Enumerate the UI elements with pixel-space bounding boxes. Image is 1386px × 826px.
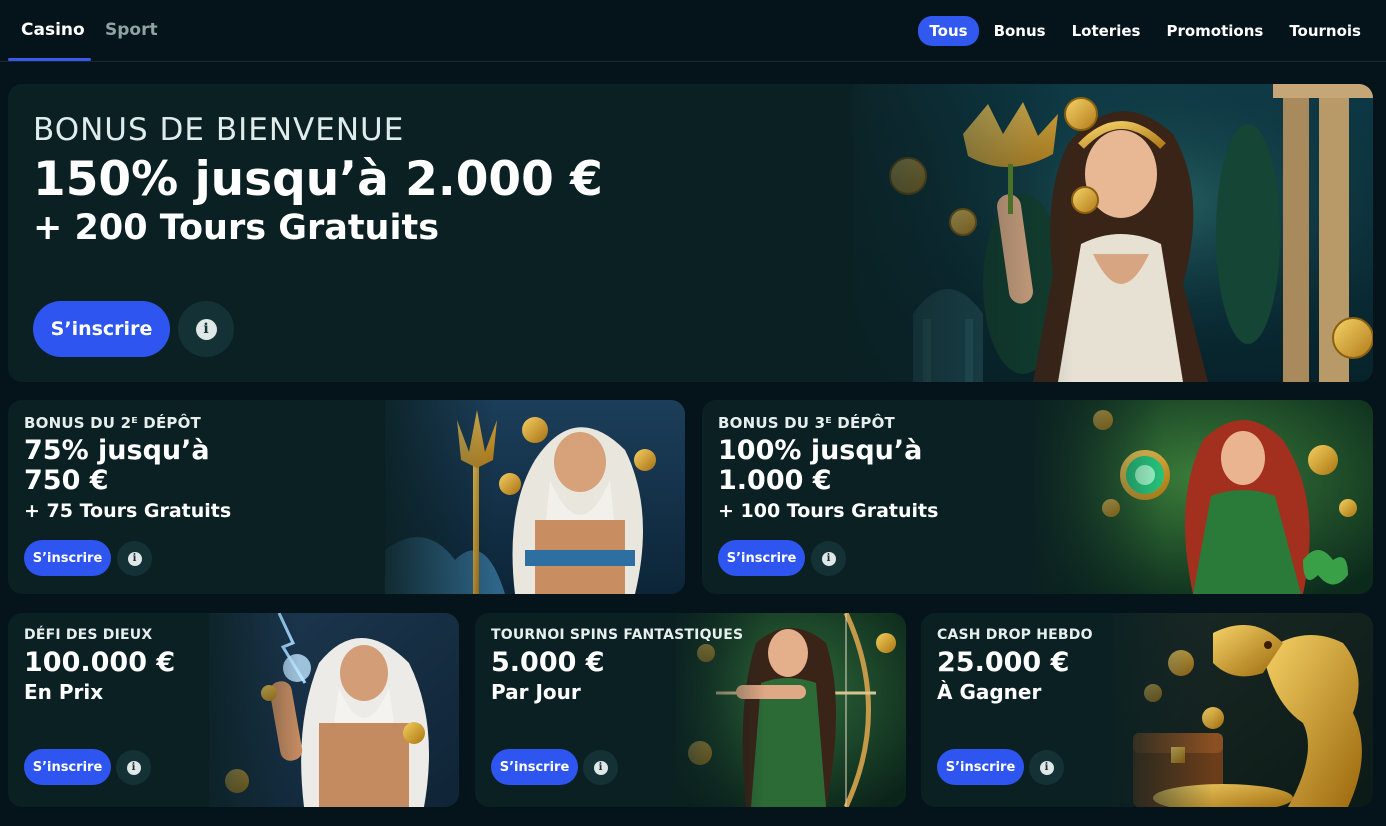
card-kicker: BONUS DU 3ᴱ DÉPÔT: [718, 414, 895, 432]
filter-loteries[interactable]: Loteries: [1061, 16, 1152, 46]
third-deposit-signup-button[interactable]: S’inscrire: [718, 540, 805, 576]
welcome-bonus-card: BONUS DE BIENVENUE 150% jusqu’à 2.000 € …: [8, 84, 1373, 382]
active-tab-indicator: [8, 58, 91, 61]
third-deposit-bonus-card: BONUS DU 3ᴱ DÉPÔT 100% jusqu’à 1.000 € +…: [702, 400, 1373, 594]
card-headline-line1: 100% jusqu’à: [718, 435, 923, 466]
card-subline: En Prix: [24, 679, 104, 704]
filter-promotions[interactable]: Promotions: [1155, 16, 1274, 46]
hero-headline: 150% jusqu’à 2.000 €: [33, 152, 603, 207]
card-headline-line2: 1.000 €: [718, 464, 832, 496]
art-fade: [365, 400, 495, 594]
third-deposit-text: BONUS DU 3ᴱ DÉPÔT 100% jusqu’à 1.000 € +…: [718, 414, 938, 522]
card-headline: 5.000 €: [491, 647, 605, 678]
card-headline-line1: 75% jusqu’à: [24, 435, 210, 466]
card-subline: + 100 Tours Gratuits: [718, 500, 939, 523]
hero-kicker: BONUS DE BIENVENUE: [33, 112, 405, 148]
info-icon: i: [126, 760, 141, 775]
second-deposit-bonus-card: BONUS DU 2ᴱ DÉPÔT 75% jusqu’à 750 € + 75…: [8, 400, 685, 594]
cash-drop-hebdo-card: CASH DROP HEBDO 25.000 € À Gagner S’insc…: [921, 613, 1373, 807]
cash-drop-text: CASH DROP HEBDO 25.000 € À Gagner: [937, 627, 1093, 704]
second-deposit-info-button[interactable]: i: [117, 541, 152, 576]
art-fade: [1093, 613, 1213, 807]
defi-des-dieux-info-button[interactable]: i: [116, 750, 151, 785]
hero-info-button[interactable]: i: [178, 301, 234, 357]
info-icon: i: [593, 760, 608, 775]
top-navigation: Casino Sport Tous Bonus Loteries Promoti…: [0, 0, 1386, 62]
card-kicker: TOURNOI SPINS FANTASTIQUES: [491, 627, 744, 643]
info-icon: i: [1039, 760, 1054, 775]
cash-drop-info-button[interactable]: i: [1029, 750, 1064, 785]
filter-bar: Tous Bonus Loteries Promotions Tournois: [918, 16, 1372, 46]
info-icon: i: [195, 318, 217, 340]
card-subline: À Gagner: [937, 679, 1042, 704]
card-kicker: CASH DROP HEBDO: [937, 627, 1093, 643]
hero-subline: + 200 Tours Gratuits: [33, 207, 440, 248]
info-icon: i: [821, 551, 836, 566]
art-fade: [813, 84, 1073, 382]
filter-tous[interactable]: Tous: [918, 16, 979, 46]
card-headline-line2: 750 €: [24, 464, 109, 496]
filter-tournois[interactable]: Tournois: [1278, 16, 1372, 46]
tab-sport[interactable]: Sport: [105, 20, 158, 40]
tab-casino[interactable]: Casino: [21, 20, 85, 40]
card-kicker: BONUS DU 2ᴱ DÉPÔT: [24, 414, 201, 432]
defi-des-dieux-card: DÉFI DES DIEUX 100.000 € En Prix S’inscr…: [8, 613, 459, 807]
tournoi-spins-info-button[interactable]: i: [583, 750, 618, 785]
tournoi-spins-signup-button[interactable]: S’inscrire: [491, 749, 578, 785]
art-fade: [189, 613, 299, 807]
card-headline: 100.000 €: [24, 647, 176, 678]
card-subline: Par Jour: [491, 679, 581, 704]
defi-des-dieux-signup-button[interactable]: S’inscrire: [24, 749, 111, 785]
card-kicker: DÉFI DES DIEUX: [24, 627, 153, 643]
art-fade: [1023, 400, 1163, 594]
cash-drop-signup-button[interactable]: S’inscrire: [937, 749, 1024, 785]
info-icon: i: [127, 551, 142, 566]
third-deposit-info-button[interactable]: i: [811, 541, 846, 576]
hero-text: BONUS DE BIENVENUE 150% jusqu’à 2.000 € …: [33, 112, 603, 248]
second-deposit-signup-button[interactable]: S’inscrire: [24, 540, 111, 576]
tournoi-spins-text: TOURNOI SPINS FANTASTIQUES 5.000 € Par J…: [491, 627, 743, 704]
filter-bonus[interactable]: Bonus: [983, 16, 1057, 46]
card-headline: 25.000 €: [937, 647, 1070, 678]
card-subline: + 75 Tours Gratuits: [24, 500, 232, 523]
second-deposit-text: BONUS DU 2ᴱ DÉPÔT 75% jusqu’à 750 € + 75…: [24, 414, 231, 522]
tournoi-spins-card: TOURNOI SPINS FANTASTIQUES 5.000 € Par J…: [475, 613, 906, 807]
defi-des-dieux-text: DÉFI DES DIEUX 100.000 € En Prix: [24, 627, 175, 704]
hero-signup-button[interactable]: S’inscrire: [33, 301, 170, 357]
